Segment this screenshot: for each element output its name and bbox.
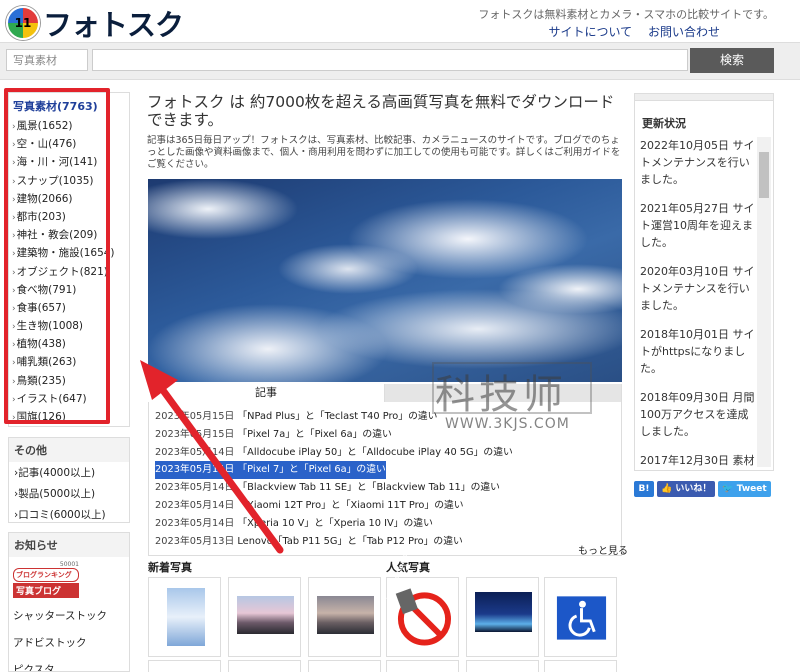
update-item: 2022年10月05日 サイトメンテナンスを行いました。	[640, 139, 755, 186]
facebook-label: いいね！	[675, 484, 712, 494]
news-link-shutterstock[interactable]: シャッターストック	[9, 602, 129, 629]
new-photos-heading: 新着写真	[148, 561, 192, 574]
rank-count: 50001	[59, 561, 79, 568]
photo-thumbnail[interactable]	[228, 577, 301, 657]
other-box: その他 ›記事(4000以上) ›製品(5000以上) ›口コミ(6000以上)	[8, 437, 130, 523]
contact-link[interactable]: お問い合わせ	[648, 25, 720, 39]
tweet-label: Tweet	[736, 484, 767, 494]
photo-thumbnail[interactable]	[466, 577, 539, 657]
photo-thumbnail[interactable]	[228, 660, 301, 672]
other-title: その他	[9, 438, 129, 462]
page-title: フォトスク は 約7000枚を超える高画質写真を無料でダウンロードできます。	[147, 93, 615, 129]
update-item: 2020年03月10日 サイトメンテナンスを行いました。	[640, 265, 755, 312]
dusk-photo	[237, 596, 294, 634]
horizon-photo	[475, 592, 532, 632]
logo-text: フォトスク	[43, 8, 184, 42]
page-description: 記事は365日毎日アップ！フォトスクは、写真素材、比較記事、カメラニュースのサイ…	[147, 135, 621, 170]
news-title: お知らせ	[9, 533, 129, 557]
rank-label: ブログランキング	[13, 568, 79, 582]
blog-ranking-badge[interactable]: 50001 ブログランキング 写真ブログ	[13, 561, 79, 598]
site-tagline: フォトスクは無料素材とカメラ・スマホの比較サイトです。	[478, 8, 774, 21]
search-input[interactable]	[92, 49, 688, 71]
updates-topbar	[634, 93, 774, 101]
photo-thumbnail[interactable]	[148, 577, 221, 657]
update-item: 2017年12月30日 素材数が7000枚突破しました。	[640, 454, 755, 467]
update-item: 2018年10月01日 サイトがhttpsになりました。	[640, 328, 755, 375]
tweet-button[interactable]: 🐦 Tweet	[718, 481, 771, 497]
thumbs-up-icon: 👍	[661, 484, 676, 494]
update-item: 2021年05月27日 サイト運営10周年を迎えました。	[640, 202, 755, 249]
wheelchair-icon	[556, 596, 607, 640]
updates-list: 2022年10月05日 サイトメンテナンスを行いました。 2021年05月27日 …	[640, 137, 756, 467]
photo-thumbnail[interactable]	[148, 660, 221, 672]
photo-thumbnail[interactable]	[308, 660, 381, 672]
rank-category: 写真ブログ	[13, 583, 79, 598]
hatena-bookmark-button[interactable]: B!	[634, 481, 654, 497]
watermark-text: 科技师	[435, 372, 567, 418]
no-sign-icon	[395, 588, 452, 646]
update-item: 2018年09月30日 月間100万アクセスを達成しました。	[640, 391, 755, 438]
news-link-adobestock[interactable]: アドビストック	[9, 629, 129, 656]
other-item[interactable]: ›記事(4000以上)	[9, 462, 129, 483]
logo-badge: 11	[6, 6, 40, 40]
photo-thumbnail[interactable]	[544, 577, 617, 657]
other-item-label: 製品(5000以上)	[18, 488, 96, 500]
search-category-select[interactable]: 写真素材	[6, 49, 88, 71]
twilight-photo	[317, 596, 374, 634]
photo-thumbnail[interactable]	[386, 660, 459, 672]
social-buttons: B! 👍 いいね！ 🐦 Tweet	[634, 481, 771, 497]
header-links: サイトについて お問い合わせ	[537, 23, 721, 40]
photo-thumbnail[interactable]	[308, 577, 381, 657]
other-item-label: 記事(4000以上)	[18, 467, 96, 479]
news-box: お知らせ 50001 ブログランキング 写真ブログ シャッターストック アドビス…	[8, 532, 130, 672]
highlight-frame	[4, 88, 110, 424]
twitter-bird-icon: 🐦	[722, 484, 737, 494]
facebook-like-button[interactable]: 👍 いいね！	[657, 481, 716, 497]
photo-thumbnail[interactable]	[544, 660, 617, 672]
photo-thumbnail[interactable]: PNG transparent	[386, 546, 459, 657]
updates-title: 更新状況	[642, 117, 686, 130]
popular-photos-heading: 人気写真	[386, 561, 430, 574]
sky-photo	[167, 588, 205, 646]
photo-thumbnail[interactable]	[466, 660, 539, 672]
red-arrow-annotation	[140, 360, 284, 554]
other-item[interactable]: ›製品(5000以上)	[9, 483, 129, 504]
other-item[interactable]: ›口コミ(6000以上)	[9, 504, 129, 525]
more-link[interactable]: もっと見る	[578, 542, 628, 557]
other-item-label: 口コミ(6000以上)	[18, 509, 106, 521]
search-button[interactable]: 検索	[690, 48, 774, 73]
about-link[interactable]: サイトについて	[549, 25, 633, 39]
watermark-url: WWW.3KJS.COM	[445, 416, 570, 432]
updates-scroll-thumb[interactable]	[759, 152, 769, 198]
site-logo[interactable]: 11 フォトスク	[6, 4, 184, 42]
